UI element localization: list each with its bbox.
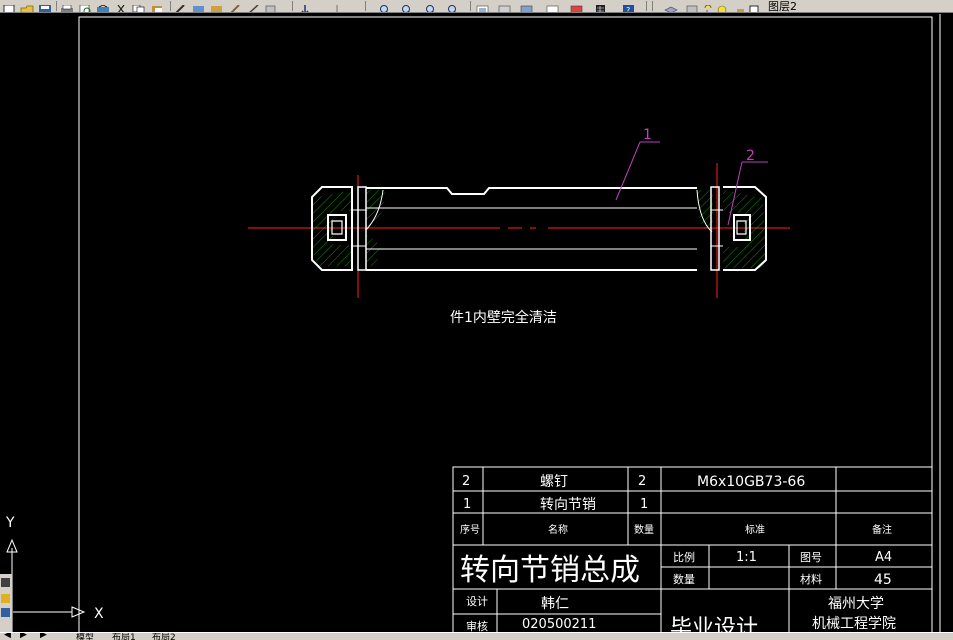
paste-icon[interactable] bbox=[150, 0, 164, 12]
part-2-no: 2 bbox=[462, 474, 470, 489]
school-name: 福州大学 bbox=[828, 596, 884, 612]
layer-lock-icon[interactable] bbox=[734, 0, 748, 12]
checker-label: 审核 bbox=[466, 619, 488, 632]
ucs-y-label: Y bbox=[5, 515, 15, 531]
redo-icon[interactable] bbox=[210, 0, 224, 12]
preview-icon[interactable] bbox=[78, 0, 92, 12]
department-name: 机械工程学院 bbox=[812, 616, 896, 632]
student-id: 020500211 bbox=[522, 617, 596, 632]
header-name: 名称 bbox=[548, 523, 568, 536]
close-icon[interactable] bbox=[1, 578, 10, 587]
material-label: 材料 bbox=[800, 572, 822, 586]
project-type: 毕业设计 bbox=[670, 616, 758, 632]
layer-color-icon[interactable] bbox=[748, 0, 762, 12]
designer-label: 设计 bbox=[466, 595, 488, 608]
brush-icon[interactable] bbox=[228, 0, 242, 12]
leader-1-label: 1 bbox=[643, 127, 652, 143]
part-2-name: 螺钉 bbox=[540, 474, 568, 490]
header-qty: 数量 bbox=[634, 523, 654, 536]
help-icon[interactable]: ? bbox=[622, 0, 636, 12]
technical-note: 件1内壁完全清洁 bbox=[450, 309, 557, 326]
redo-arrow-icon[interactable] bbox=[330, 0, 344, 12]
parts-list: 2 螺钉 2 M6x10GB73-66 1 转向节销 1 序号 名称 数量 标准… bbox=[460, 474, 892, 536]
part-1-qty: 1 bbox=[640, 497, 648, 512]
sheet-label: 图号 bbox=[800, 551, 822, 564]
sheet-set-icon[interactable] bbox=[546, 0, 560, 12]
part-1-name: 转向节销 bbox=[540, 497, 596, 513]
design-center-icon[interactable] bbox=[498, 0, 512, 12]
designer-name: 韩仁 bbox=[541, 596, 569, 612]
undo-icon[interactable] bbox=[192, 0, 206, 12]
tool-icon[interactable] bbox=[1, 594, 10, 603]
cut-icon[interactable] bbox=[114, 0, 128, 12]
print-icon[interactable] bbox=[60, 0, 74, 12]
part-2-qty: 2 bbox=[638, 474, 646, 489]
markup-icon[interactable] bbox=[570, 0, 584, 12]
zoom-previous-icon[interactable] bbox=[424, 0, 438, 12]
zoom-extents-icon[interactable] bbox=[446, 0, 460, 12]
scale-value: 1:1 bbox=[736, 550, 757, 565]
header-remark: 备注 bbox=[872, 523, 892, 536]
publish-icon[interactable] bbox=[96, 0, 110, 12]
save-icon[interactable] bbox=[38, 0, 52, 12]
open-icon[interactable] bbox=[20, 0, 34, 12]
left-toolbar-strip bbox=[0, 574, 13, 632]
pan-icon[interactable] bbox=[298, 0, 312, 12]
drawing-canvas[interactable]: 1 2 件1内壁完全清洁 2 螺钉 2 M6x10GB73-66 1 转向节销 … bbox=[0, 12, 953, 632]
count-label: 数量 bbox=[673, 573, 695, 586]
header-standard: 标准 bbox=[745, 524, 765, 536]
ucs-x-label: X bbox=[94, 606, 104, 622]
layer-icon[interactable] bbox=[1, 608, 10, 617]
ucs-icon: Y X bbox=[5, 515, 104, 622]
block-icon[interactable] bbox=[264, 0, 278, 12]
leader-2-label: 2 bbox=[746, 148, 755, 164]
match-properties-icon[interactable] bbox=[174, 0, 188, 12]
layer-manager-icon[interactable] bbox=[664, 0, 678, 12]
layer-on-icon[interactable] bbox=[702, 0, 716, 12]
properties-icon[interactable] bbox=[476, 0, 490, 12]
copy-icon[interactable] bbox=[132, 0, 146, 12]
new-icon[interactable] bbox=[2, 0, 16, 12]
layer-freeze-icon[interactable] bbox=[716, 0, 730, 12]
tool-palettes-icon[interactable] bbox=[520, 0, 534, 12]
sheet-value: A4 bbox=[875, 550, 892, 565]
zoom-realtime-icon[interactable] bbox=[378, 0, 392, 12]
part-2-standard: M6x10GB73-66 bbox=[697, 474, 805, 490]
header-no: 序号 bbox=[460, 523, 480, 536]
zoom-window-icon[interactable] bbox=[400, 0, 414, 12]
layer-states-icon[interactable] bbox=[686, 0, 700, 12]
part-1-no: 1 bbox=[463, 497, 471, 512]
scale-label: 比例 bbox=[673, 550, 695, 564]
calculator-icon[interactable] bbox=[594, 0, 608, 12]
pencil-icon[interactable] bbox=[246, 0, 260, 12]
material-value: 45 bbox=[874, 572, 892, 588]
leader-1: 1 bbox=[615, 127, 660, 201]
assembly-title: 转向节销总成 bbox=[460, 553, 640, 588]
